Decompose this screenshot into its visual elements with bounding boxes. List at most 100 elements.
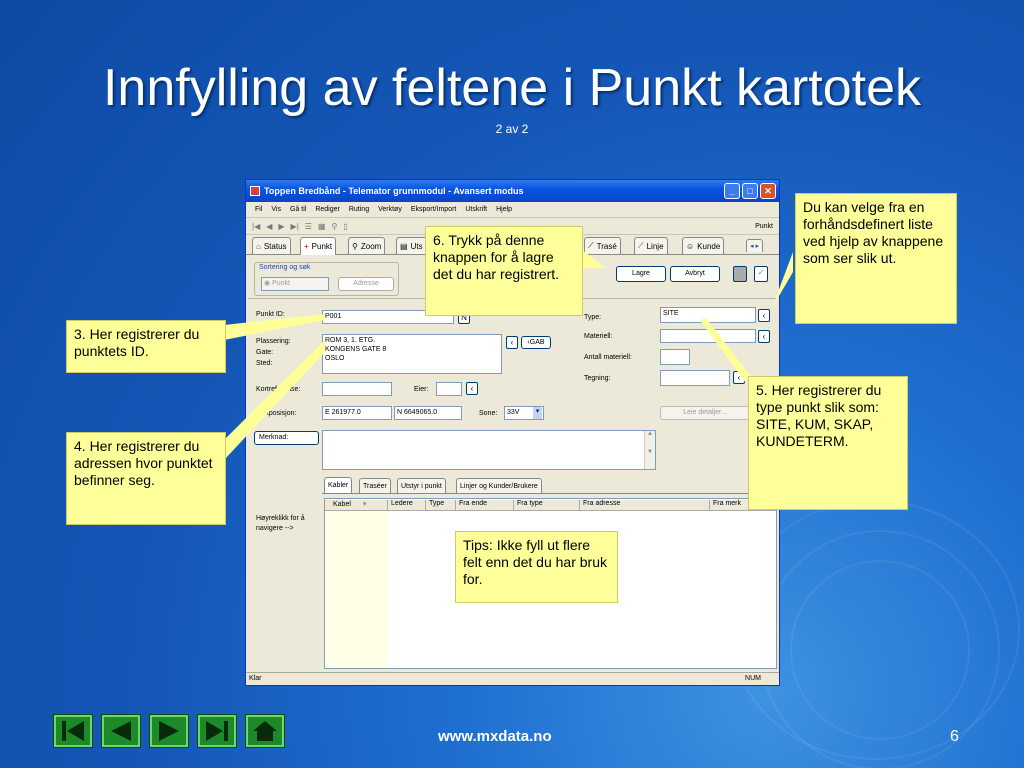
save-record-icon[interactable] bbox=[733, 266, 747, 282]
window-title: Toppen Bredbånd - Telemator grunnmodul -… bbox=[264, 186, 524, 196]
list-icon[interactable]: ☰ bbox=[305, 222, 312, 231]
type-list-button[interactable]: ‹ bbox=[758, 309, 770, 322]
tab-uts[interactable]: ▤ Uts bbox=[396, 237, 427, 254]
save-button[interactable]: Lagre bbox=[616, 266, 666, 282]
last-record-icon[interactable]: ▶| bbox=[291, 222, 299, 231]
tab-trase[interactable]: ⟋ Trasé bbox=[584, 237, 621, 254]
new-document-icon[interactable]: ▯ bbox=[343, 222, 347, 231]
menu-utskrift[interactable]: Utskrift bbox=[465, 206, 487, 213]
zone-value: 33V bbox=[507, 409, 520, 416]
tab-scroll-arrows[interactable]: ◂ ▸ bbox=[746, 239, 763, 252]
menu-rediger[interactable]: Rediger bbox=[315, 206, 340, 213]
owner-list-button[interactable]: ‹ bbox=[466, 382, 478, 395]
note-button[interactable]: Merknad: bbox=[254, 431, 319, 445]
subtab-kabler[interactable]: Kabler bbox=[324, 477, 353, 493]
location-line: ROM 3, 1. ETG. bbox=[325, 337, 376, 344]
first-record-icon[interactable]: |◀ bbox=[252, 222, 260, 231]
tab-linje[interactable]: ⟋ Linje bbox=[634, 237, 668, 254]
tab-punkt[interactable]: + Punkt bbox=[300, 237, 337, 255]
gab-button[interactable]: ‹GAB bbox=[521, 336, 551, 349]
footer-url[interactable]: www.mxdata.no bbox=[438, 728, 552, 745]
location-label-plassering: Plassering: bbox=[256, 338, 291, 345]
first-icon bbox=[62, 721, 84, 741]
owner-input[interactable] bbox=[436, 382, 462, 396]
grid-header-fra-ende[interactable]: Fra ende bbox=[456, 500, 514, 511]
menu-eksport-import[interactable]: Eksport/Import bbox=[411, 206, 457, 213]
grid-header-ledere[interactable]: Ledere bbox=[388, 500, 426, 511]
subtab-linjer[interactable]: Linjer og Kunder/Brukere bbox=[456, 478, 542, 493]
grid-header-kabel[interactable]: Kabel ▾ bbox=[325, 500, 388, 511]
type-input[interactable]: SITE bbox=[660, 307, 756, 323]
customer-icon: ☺ bbox=[686, 241, 695, 251]
material-count-input[interactable] bbox=[660, 349, 690, 365]
grid-icon[interactable]: ▦ bbox=[318, 222, 326, 231]
search-group-label: Sortering og søk bbox=[259, 264, 311, 271]
first-slide-button[interactable] bbox=[54, 715, 92, 747]
menu-vis[interactable]: Vis bbox=[271, 206, 281, 213]
zone-label: Sone: bbox=[479, 410, 498, 417]
minimize-button[interactable]: _ bbox=[724, 183, 740, 199]
tab-zoom[interactable]: ⚲ Zoom bbox=[348, 237, 386, 254]
address-search-button[interactable]: Adresse bbox=[338, 277, 394, 291]
checkmark-icon[interactable]: ✓ bbox=[754, 266, 768, 282]
menu-ga-til[interactable]: Gå til bbox=[290, 206, 306, 213]
sort-arrow-icon: ▾ bbox=[362, 501, 367, 508]
maximize-button[interactable]: □ bbox=[742, 183, 758, 199]
tab-kunde[interactable]: ☺ Kunde bbox=[682, 237, 725, 254]
reference-input[interactable] bbox=[322, 382, 392, 396]
drawing-label: Tegning: bbox=[584, 375, 611, 382]
drawing-input[interactable] bbox=[660, 370, 730, 386]
coords-label: Kartposisjon: bbox=[256, 410, 297, 417]
menu-verktoy[interactable]: Verktøy bbox=[378, 206, 402, 213]
next-record-icon[interactable]: ▶ bbox=[278, 222, 284, 231]
material-count-label: Antall materiell: bbox=[584, 354, 632, 361]
radio-icon: ◉ bbox=[264, 280, 273, 287]
location-line: OSLO bbox=[325, 355, 345, 362]
menu-ruting[interactable]: Ruting bbox=[349, 206, 369, 213]
zoom-icon: ⚲ bbox=[352, 241, 358, 251]
material-input[interactable] bbox=[660, 329, 756, 343]
note-textarea[interactable] bbox=[322, 430, 656, 470]
prev-record-icon[interactable]: ◀ bbox=[266, 222, 272, 231]
home-button[interactable] bbox=[246, 715, 284, 747]
status-bar: Klar NUM bbox=[246, 672, 779, 685]
search-option[interactable]: ◉ Punkt bbox=[261, 277, 329, 291]
material-list-button[interactable]: ‹ bbox=[758, 330, 770, 343]
coord-e-input[interactable]: E 261977.0 bbox=[322, 406, 392, 420]
subtab-traseer[interactable]: Traséer bbox=[359, 478, 391, 493]
owner-label: Eier: bbox=[414, 386, 429, 393]
grid-header-fra-type[interactable]: Fra type bbox=[514, 500, 580, 511]
gab-button-label: GAB bbox=[529, 339, 545, 346]
close-button[interactable]: ✕ bbox=[760, 183, 776, 199]
lease-details-button[interactable]: Leie detaljer... bbox=[660, 406, 750, 420]
tab-zoom-label: Zoom bbox=[360, 241, 382, 251]
search-option-label: Punkt bbox=[272, 280, 290, 287]
location-list-button[interactable]: ‹ bbox=[506, 336, 518, 349]
grid-header-kabel-label: Kabel bbox=[333, 501, 351, 508]
menu-bar: Fil Vis Gå til Rediger Ruting Verktøy Ek… bbox=[246, 202, 779, 218]
zone-select[interactable]: 33V ▾ bbox=[504, 406, 544, 420]
page-number: 6 bbox=[950, 728, 959, 745]
coord-n-input[interactable]: N 6649065.0 bbox=[394, 406, 462, 420]
window-titlebar[interactable]: Toppen Bredbånd - Telemator grunnmodul -… bbox=[246, 180, 779, 202]
tab-status[interactable]: ⌂ Status bbox=[252, 237, 291, 254]
drawing-list-button[interactable]: ‹ bbox=[733, 371, 745, 384]
cancel-button[interactable]: Avbryt bbox=[670, 266, 720, 282]
binoculars-icon[interactable]: ⚲ bbox=[332, 222, 338, 231]
type-label: Type: bbox=[584, 314, 602, 321]
last-icon bbox=[206, 721, 228, 741]
subtab-utstyr[interactable]: Utstyr i punkt bbox=[397, 478, 446, 493]
next-slide-button[interactable] bbox=[150, 715, 188, 747]
location-textarea[interactable]: ROM 3, 1. ETG. KONGENS GATE 8 OSLO bbox=[322, 334, 502, 374]
callout-type: 5. Her registrerer du type punkt slik so… bbox=[748, 376, 908, 510]
last-slide-button[interactable] bbox=[198, 715, 236, 747]
slide-title: Innfylling av feltene i Punkt kartotek bbox=[102, 59, 921, 117]
grid-header-type[interactable]: Type bbox=[426, 500, 456, 511]
prev-slide-button[interactable] bbox=[102, 715, 140, 747]
menu-hjelp[interactable]: Hjelp bbox=[496, 206, 512, 213]
tab-trase-label: Trasé bbox=[596, 241, 617, 251]
toolbar-context-label: Punkt bbox=[755, 222, 773, 230]
grid-header-fra-adresse[interactable]: Fra adresse bbox=[580, 500, 710, 511]
menu-fil[interactable]: Fil bbox=[255, 206, 262, 213]
note-scrollbar[interactable]: ▲ ▼ bbox=[644, 431, 655, 469]
